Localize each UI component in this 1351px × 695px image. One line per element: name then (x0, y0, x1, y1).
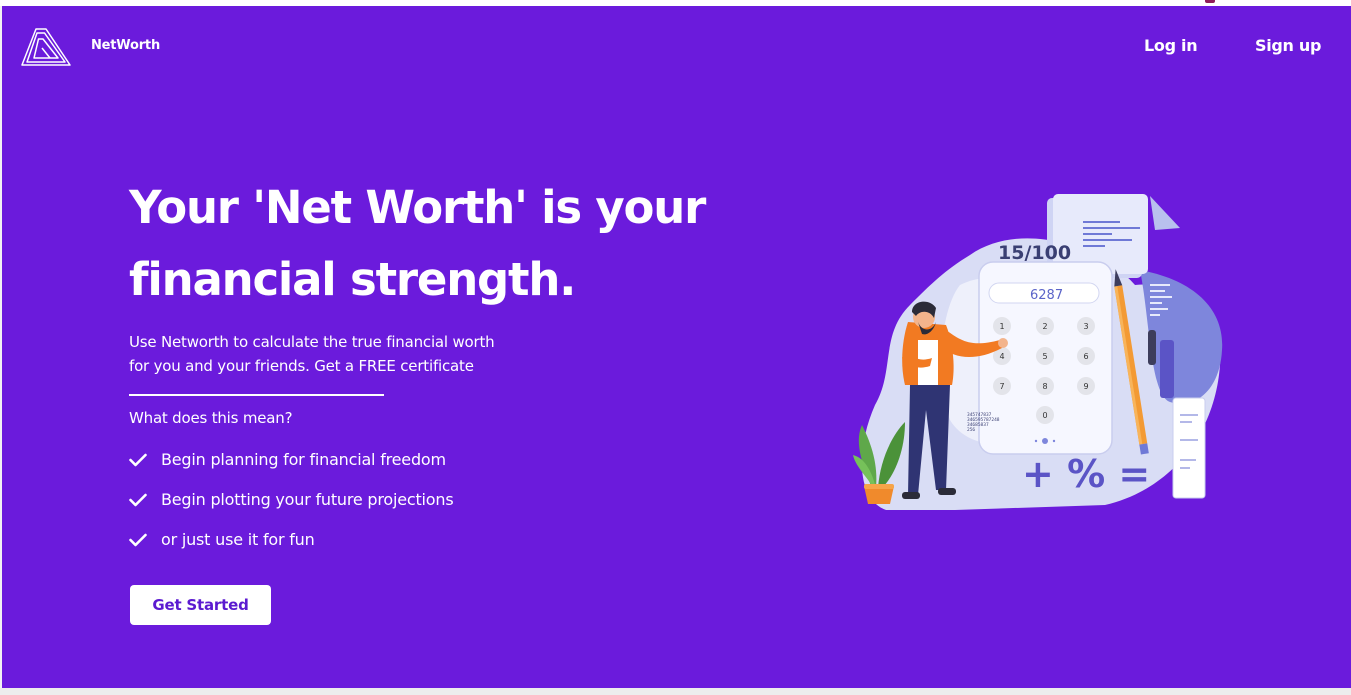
hero-description: Use Networth to calculate the true finan… (129, 330, 549, 378)
description-line-2: for you and your friends. Get a FREE cer… (129, 357, 474, 375)
calculator: 6287 1 2 3 4 5 6 7 8 9 0 (978, 261, 1113, 455)
brand-name: NetWorth (91, 38, 160, 53)
key-label: 0 (1042, 411, 1047, 420)
calculator-illustration: 15/100 6287 1 2 3 4 5 6 7 8 9 0 34574783… (853, 194, 1223, 510)
headline-line-1: Your 'Net Worth' is your (129, 181, 706, 234)
note-line: 256 (967, 427, 975, 433)
feature-label: Begin planning for financial freedom (161, 450, 446, 469)
feature-item: Begin plotting your future projections (129, 488, 454, 528)
key-label: 9 (1083, 382, 1088, 391)
check-icon (129, 533, 147, 547)
feature-list: Begin planning for financial freedom Beg… (129, 448, 454, 568)
key-label: 4 (999, 352, 1004, 361)
receipt (1172, 397, 1206, 499)
side-tag (1148, 330, 1156, 365)
headline-line-2: financial strength. (129, 253, 576, 306)
key-label: 7 (999, 382, 1004, 391)
divider (129, 394, 384, 396)
signup-link[interactable]: Sign up (1255, 36, 1321, 55)
side-book (1160, 340, 1174, 398)
check-icon (129, 493, 147, 507)
feature-label: or just use it for fun (161, 530, 315, 549)
key-label: 3 (1083, 322, 1088, 331)
check-icon (129, 453, 147, 467)
login-link[interactable]: Log in (1144, 36, 1198, 55)
hero-headline: Your 'Net Worth' is your financial stren… (129, 172, 769, 316)
top-strip-mark (1205, 0, 1215, 3)
bottom-edge (0, 688, 1351, 695)
feature-label: Begin plotting your future projections (161, 490, 454, 509)
triangle-logo-icon[interactable] (20, 26, 72, 68)
key-label: 5 (1042, 352, 1047, 361)
feature-item: or just use it for fun (129, 528, 453, 568)
score-label: 15/100 (998, 242, 1071, 264)
browser-top-strip (0, 0, 1351, 6)
key-label: 6 (1083, 352, 1088, 361)
calculator-display: 6287 (1030, 288, 1063, 303)
math-symbols: + % = (1022, 452, 1150, 496)
get-started-button[interactable]: Get Started (130, 585, 271, 625)
left-edge (0, 6, 2, 695)
key-label: 1 (999, 322, 1004, 331)
key-label: 8 (1042, 382, 1047, 391)
question-label: What does this mean? (129, 409, 293, 427)
feature-item: Begin planning for financial freedom (129, 448, 453, 488)
key-label: 2 (1042, 322, 1047, 331)
description-line-1: Use Networth to calculate the true finan… (129, 333, 495, 351)
